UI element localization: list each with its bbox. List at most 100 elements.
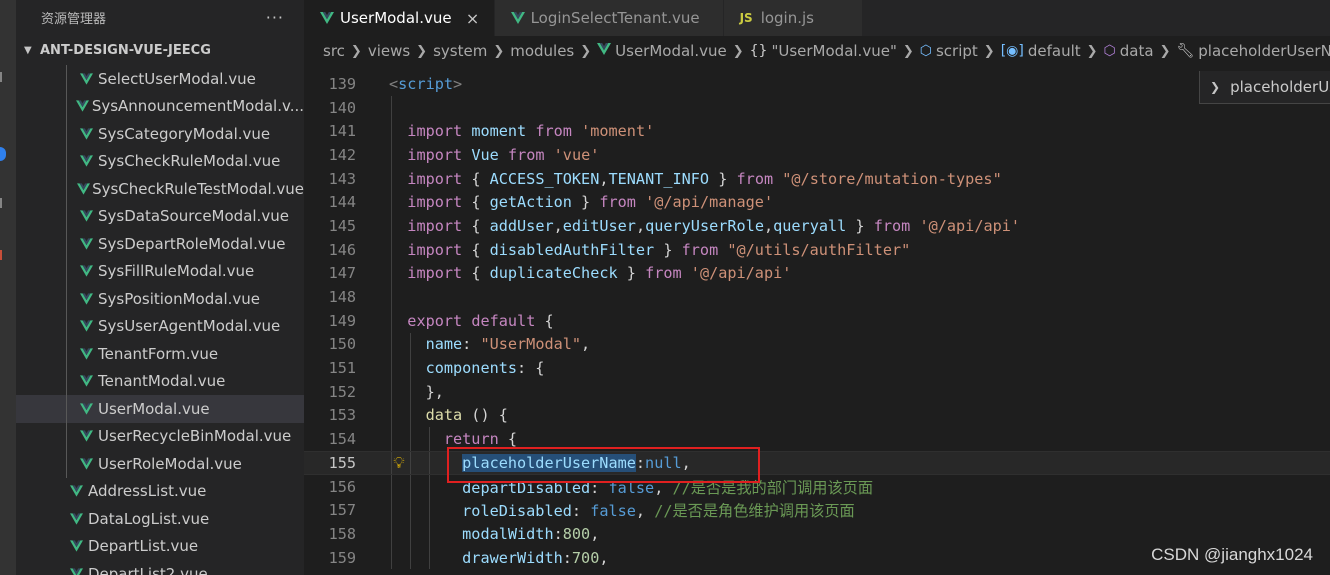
indent-guide [410,545,411,570]
file-tree-item[interactable]: SysUserAgentModal.vue [16,312,304,340]
breadcrumb-file[interactable]: UserModal.vue [597,42,727,60]
file-tree-item[interactable]: SysDataSourceModal.vue [16,202,304,230]
code-token: from [645,264,682,283]
breadcrumb-src[interactable]: src [323,42,345,60]
code-token: queryall [773,216,847,235]
indent-guide [66,312,67,340]
vue-file-icon [76,430,96,442]
file-tree-item[interactable]: AddressList.vue [16,478,304,506]
code-line[interactable]: 158 modalWidth:800, [304,522,1330,546]
activity-badge[interactable] [0,147,6,161]
breadcrumb-modules[interactable]: modules [510,42,574,60]
code-line[interactable]: 151 components: { [304,356,1330,380]
editor-tabs: UserModal.vue × LoginSelectTenant.vue JS log… [304,0,1330,36]
file-tree-item[interactable]: SysCheckRuleModal.vue [16,147,304,175]
code-token: import [407,145,463,164]
breadcrumb-default[interactable]: [◉] default [1001,42,1081,60]
code-token: } [654,240,682,259]
tab-loginselecttenant-vue[interactable]: LoginSelectTenant.vue [494,0,724,36]
file-tree-item[interactable]: UserRoleModal.vue [16,450,304,478]
indent-guide [429,522,430,546]
indent-guide [391,285,392,309]
code-line[interactable]: 157 roleDisabled: false, //是否是角色维护调用该页面 [304,498,1330,523]
code-token: } [617,264,646,283]
code-line[interactable]: 150 name: "UserModal", [304,332,1330,357]
code-token: data [425,406,463,425]
code-line[interactable]: 153 data () { [304,403,1330,428]
line-number: 146 [328,240,356,259]
breadcrumb-system[interactable]: system [433,42,487,60]
file-tree-item[interactable]: TenantModal.vue [16,367,304,395]
indent-guide [391,261,392,286]
breadcrumb-script[interactable]: ⬡ script [920,42,978,60]
chevron-right-icon: ❯ [902,43,914,59]
breadcrumb-component-label: "UserModal.vue" [771,42,897,60]
file-tree-item[interactable]: TenantForm.vue [16,340,304,368]
close-icon[interactable]: × [464,9,482,28]
code-line[interactable]: 144 import { getAction } from '@/api/man… [304,190,1330,215]
line-number: 150 [328,335,356,354]
file-tree-item[interactable]: UserModal.vue [16,395,304,423]
indent-guide [66,450,67,478]
file-tree-item[interactable]: SysAnnouncementModal.v... [16,92,304,120]
file-tree-item[interactable]: DataLogList.vue [16,505,304,533]
tab-login-js[interactable]: JS login.js [723,0,863,36]
code-line[interactable]: 140 [304,95,1330,120]
code-token: "@/store/mutation-types" [782,169,1002,188]
code-line[interactable]: 149 export default { [304,308,1330,333]
code-line[interactable]: 139 <script> [304,72,1330,96]
file-tree-item[interactable]: SysDepartRoleModal.vue [16,230,304,258]
breadcrumb-data[interactable]: ⬡ data [1104,42,1154,60]
code-token: { [462,169,490,188]
file-name: SysDataSourceModal.vue [98,207,289,226]
code-token: script [398,74,454,93]
vue-file-icon [76,128,96,140]
file-tree-item[interactable]: SelectUserModal.vue [16,65,304,93]
code-token: import [407,122,463,141]
file-tree-item[interactable]: SysFillRuleModal.vue [16,257,304,285]
code-token: from [873,216,911,235]
more-actions-icon[interactable]: ··· [266,8,284,27]
code-line[interactable]: 141 import moment from 'moment' [304,119,1330,144]
line-number: 140 [328,98,356,117]
file-name: SysFillRuleModal.vue [98,262,255,281]
breadcrumb-script-label: script [935,42,978,60]
lightbulb-icon[interactable]: 💡︎ [390,452,408,474]
activity-marker [0,198,2,208]
project-folder-header[interactable]: ▼ ANT-DESIGN-VUE-JEECG [16,35,304,65]
file-tree-item[interactable]: SysCheckRuleTestModal.vue [16,175,304,203]
code-token: from [507,145,545,164]
code-line[interactable]: 145 import { addUser,editUser,queryUserR… [304,214,1330,238]
code-line[interactable]: 143 import { ACCESS_TOKEN,TENANT_INFO } … [304,166,1330,191]
line-number: 155 [328,453,356,472]
breadcrumb-component[interactable]: {} "UserModal.vue" [750,42,897,60]
breadcrumb-file-label: UserModal.vue [615,42,727,60]
indent-guide [429,474,430,499]
line-number: 145 [328,216,356,235]
field-icon: [◉] [1000,43,1024,59]
code-line[interactable]: 142 import Vue from 'vue' [304,143,1330,167]
file-tree-item[interactable]: DepartList.vue [16,533,304,561]
breadcrumb-views[interactable]: views [368,42,410,60]
code-line[interactable]: 146 import { disabledAuthFilter } from "… [304,237,1330,262]
line-number: 152 [328,382,356,401]
indent-guide [66,230,67,258]
code-token: , [581,335,591,354]
file-name: TenantForm.vue [98,344,219,363]
code-line[interactable]: 147 import { duplicateCheck } from '@/ap… [304,261,1330,286]
file-tree-item[interactable]: SysCategoryModal.vue [16,120,304,148]
code-line[interactable]: 152 }, [304,379,1330,404]
file-name: UserModal.vue [98,399,210,418]
breadcrumb-symbol[interactable]: 🔧︎ placeholderUserName [1176,42,1330,60]
file-tree-item[interactable]: DepartList2.vue [16,560,304,575]
file-tree-item[interactable]: UserRecycleBinModal.vue [16,422,304,450]
file-name: UserRecycleBinModal.vue [98,427,292,446]
code-line[interactable]: 148 [304,285,1330,309]
file-tree-item[interactable]: SysPositionModal.vue [16,285,304,313]
code-text: components: { [389,359,545,377]
tab-usermodal-vue[interactable]: UserModal.vue × [304,0,495,36]
code-editor[interactable]: 139 <script> 140 141 import moment from 'mo… [304,72,1330,570]
code-text: <script> [389,75,462,93]
